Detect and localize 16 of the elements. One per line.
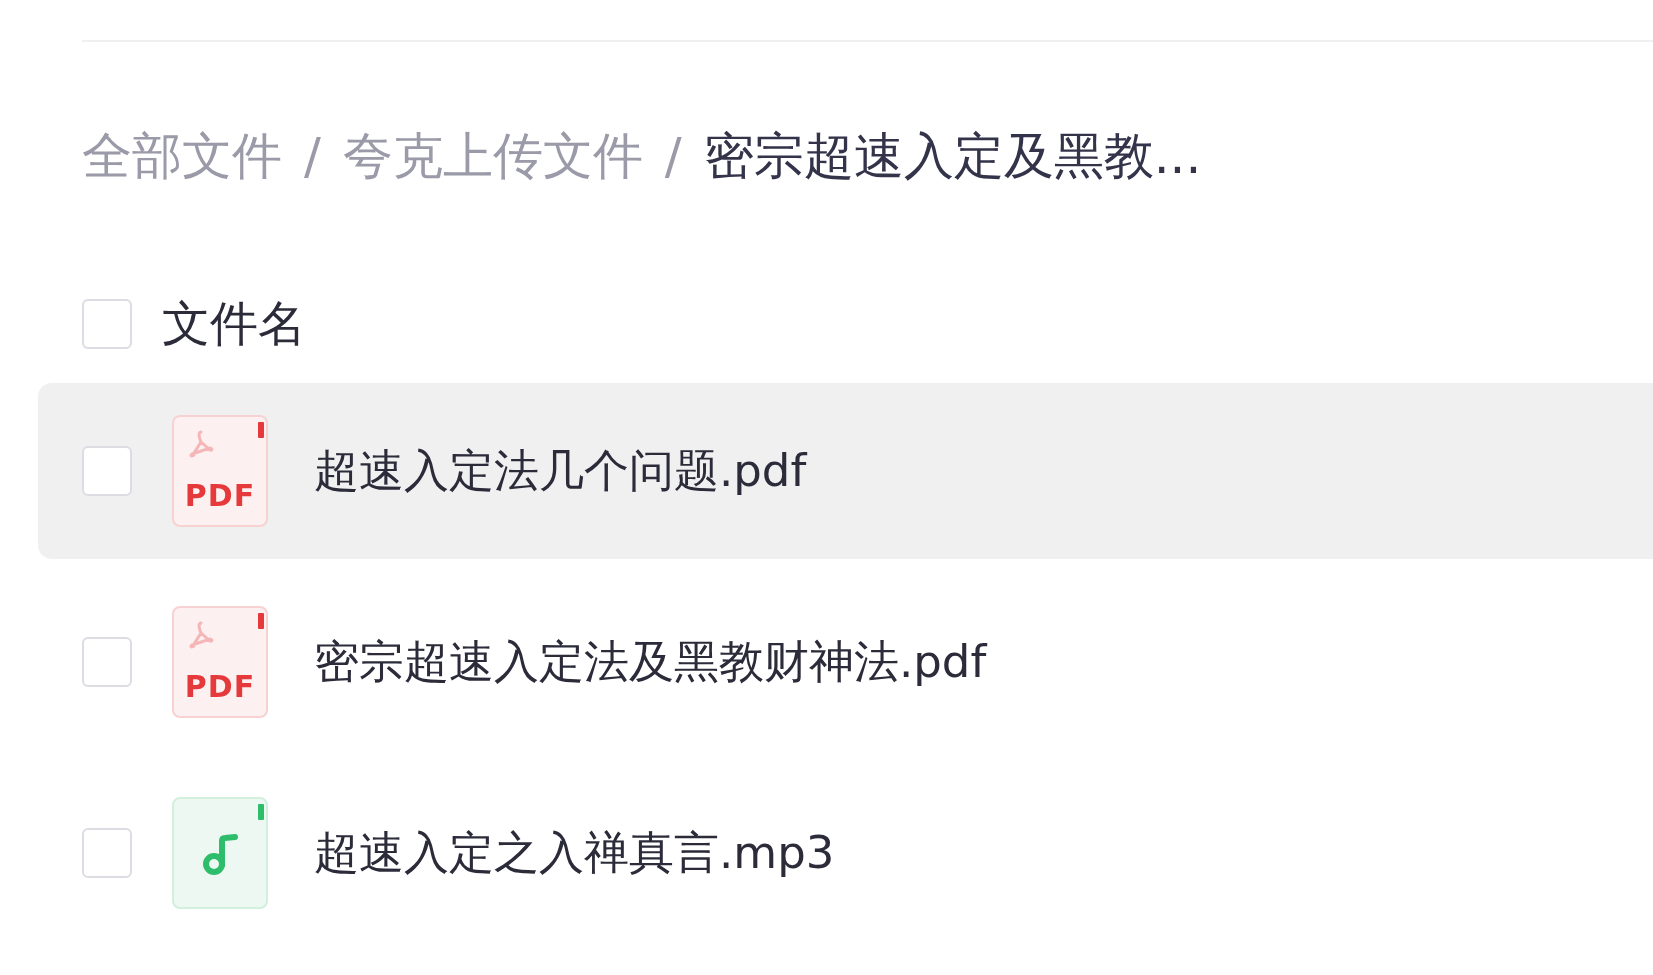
music-file-icon <box>172 797 268 909</box>
file-row[interactable]: PDF 超速入定法几个问题.pdf <box>38 383 1653 559</box>
breadcrumb-separator: / <box>664 127 682 185</box>
pdf-file-icon: PDF <box>172 606 268 718</box>
checkbox[interactable] <box>82 446 132 496</box>
checkbox[interactable] <box>82 828 132 878</box>
file-row[interactable]: PDF 密宗超速入定法及黑教财神法.pdf <box>38 574 1653 750</box>
file-row[interactable]: 超速入定之入禅真言.mp3 <box>38 765 1653 941</box>
select-all-checkbox[interactable] <box>82 299 132 349</box>
file-name[interactable]: 超速入定之入禅真言.mp3 <box>314 823 835 883</box>
file-name[interactable]: 超速入定法几个问题.pdf <box>314 441 807 501</box>
pdf-file-icon: PDF <box>172 415 268 527</box>
breadcrumb-separator: / <box>304 127 321 185</box>
column-header: 文件名 <box>162 294 306 353</box>
file-name[interactable]: 密宗超速入定法及黑教财神法.pdf <box>314 632 987 692</box>
checkbox[interactable] <box>82 637 132 687</box>
